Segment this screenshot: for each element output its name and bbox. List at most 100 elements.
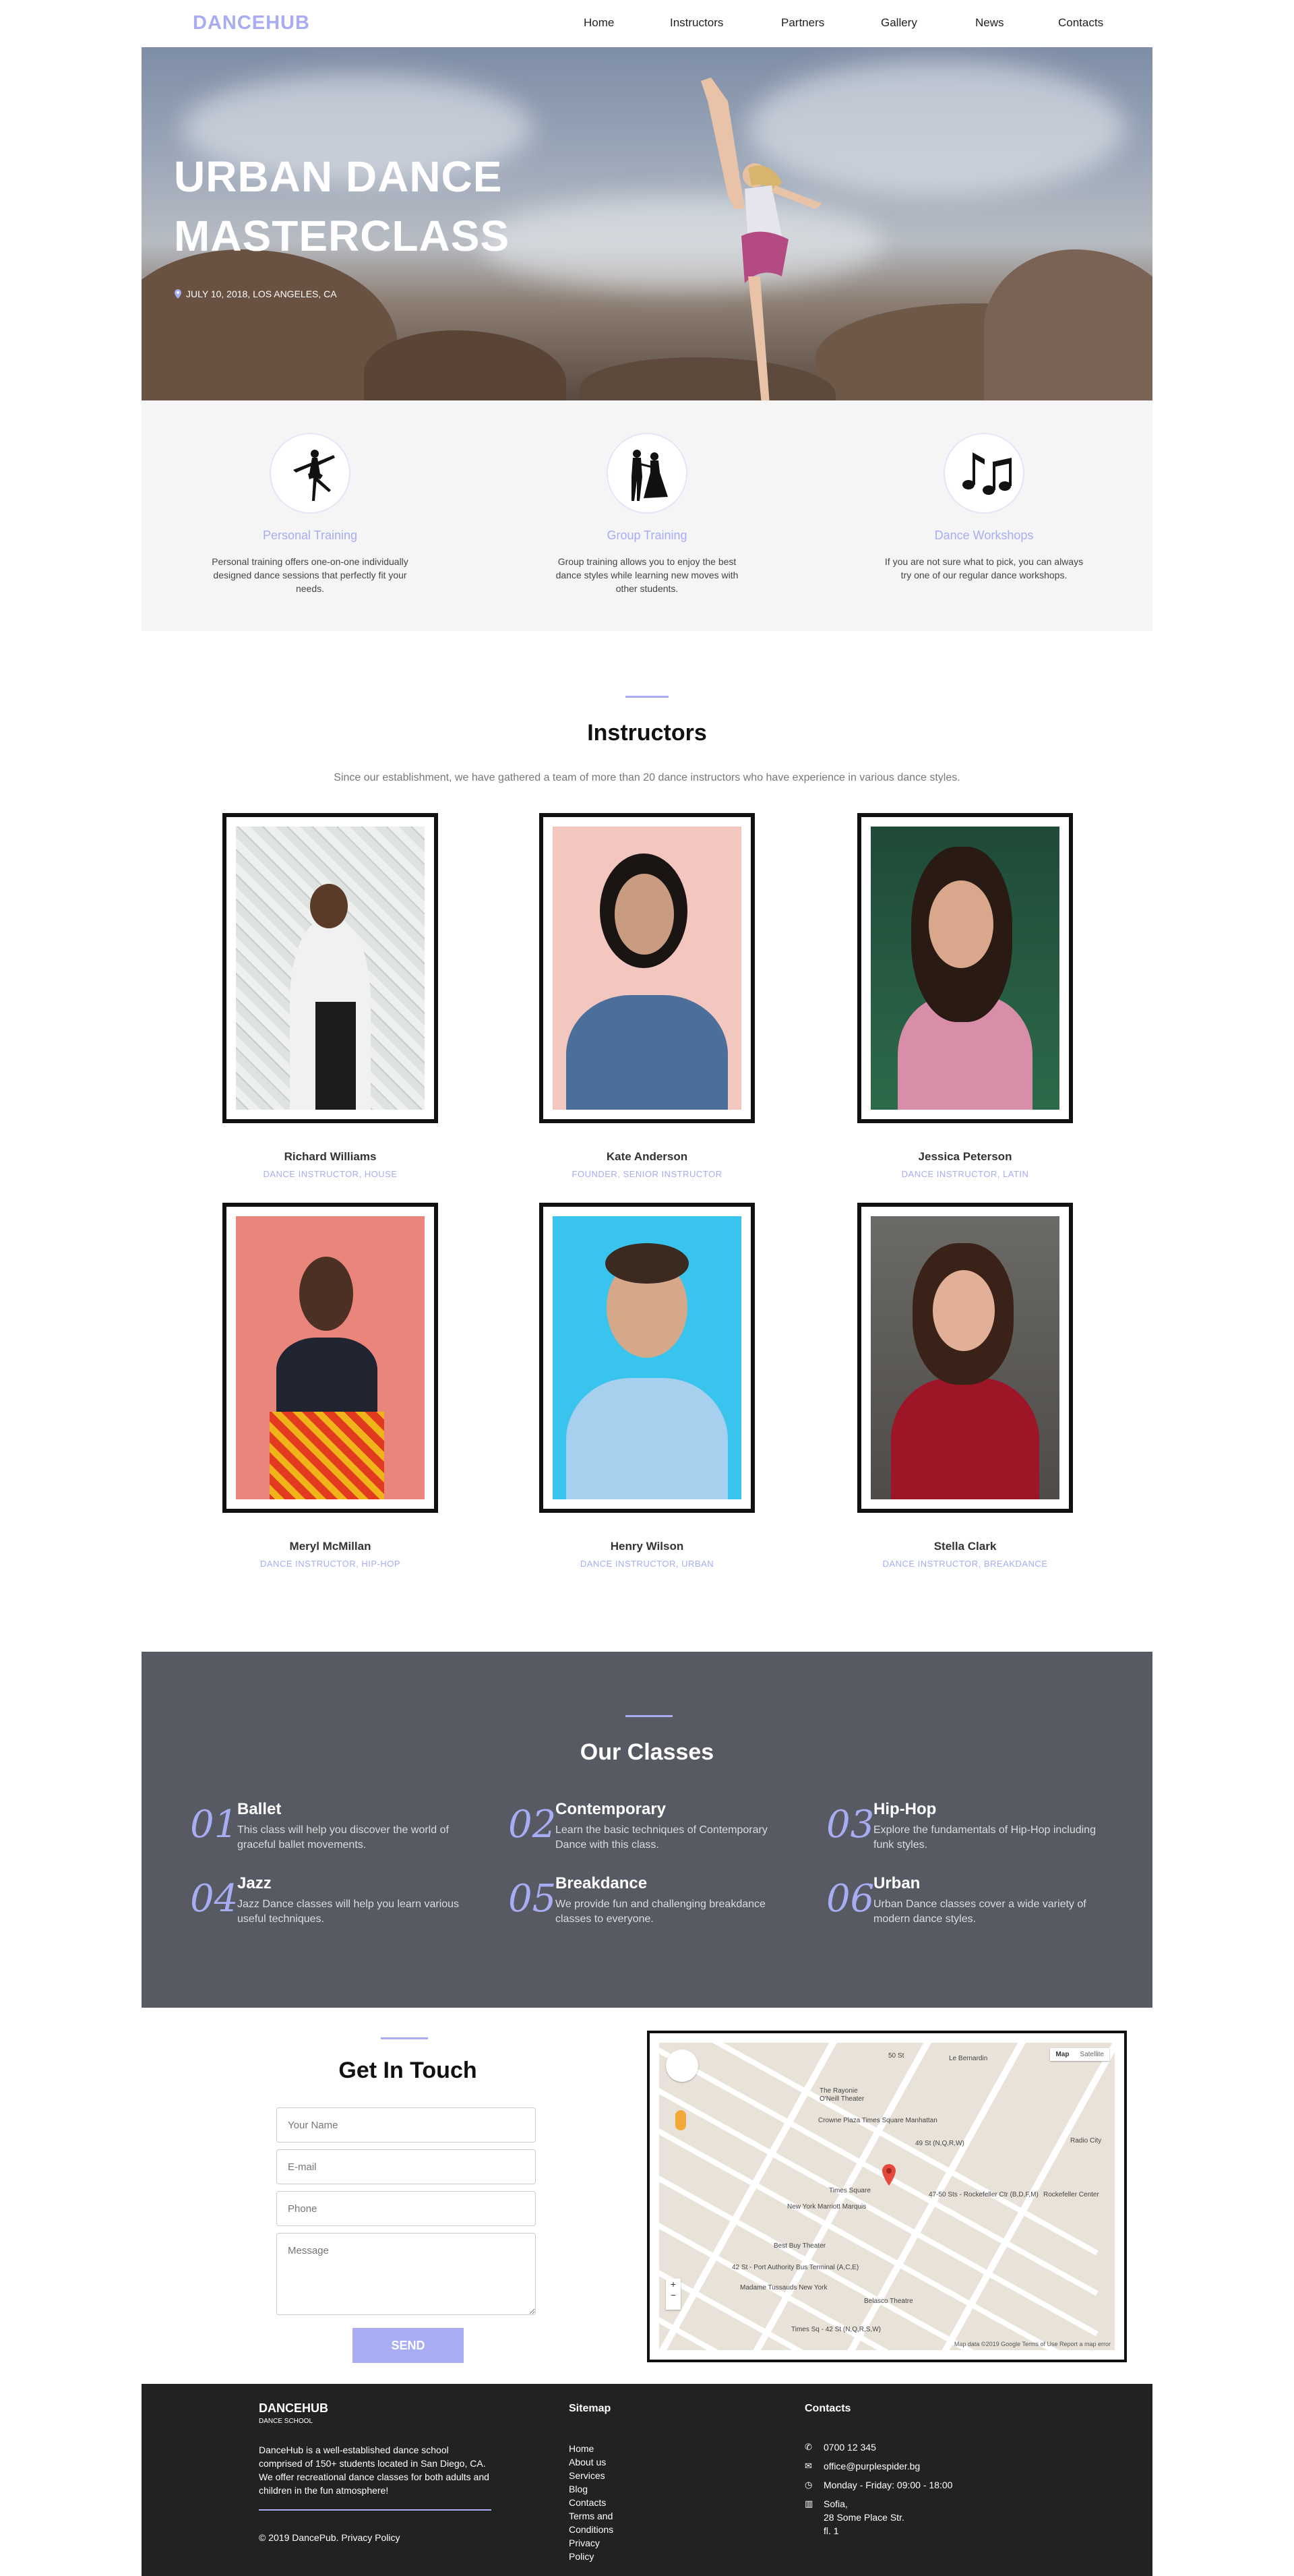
- instructor-photo: [553, 1216, 741, 1499]
- sitemap-link[interactable]: Privacy Policy: [569, 2536, 623, 2563]
- zoom-out-icon[interactable]: −: [666, 2289, 681, 2300]
- service-card: Dance Workshops If you are not sure what…: [873, 433, 1095, 582]
- class-item[interactable]: 06 Urban Urban Dance classes cover a wid…: [826, 1874, 1109, 1935]
- map-type-satellite[interactable]: Satellite: [1074, 2048, 1109, 2061]
- nav-gallery[interactable]: Gallery: [881, 16, 975, 30]
- clock-icon: ◷: [805, 2480, 813, 2490]
- class-item[interactable]: 02 Contemporary Learn the basic techniqu…: [508, 1800, 791, 1861]
- class-item[interactable]: 03 Hip-Hop Explore the fundamentals of H…: [826, 1800, 1109, 1861]
- instructor-name: Jessica Peterson: [918, 1150, 1012, 1163]
- map-label: O'Neill Theater: [820, 2095, 865, 2103]
- map-zoom-control[interactable]: + −: [666, 2279, 681, 2310]
- contact-title: Get In Touch: [338, 2058, 477, 2083]
- instructor-name: Henry Wilson: [610, 1540, 684, 1553]
- service-title: Dance Workshops: [934, 529, 1034, 542]
- logo[interactable]: DANCEHUB: [193, 12, 310, 34]
- footer-logo[interactable]: DANCEHUB: [259, 2401, 328, 2416]
- main-menu: Home Instructors Partners Gallery News C…: [584, 16, 1112, 30]
- email-input[interactable]: [276, 2149, 536, 2184]
- hero-title: URBAN DANCE MASTERCLASS: [174, 147, 510, 266]
- class-number: 06: [826, 1877, 875, 1921]
- contact-phone: ✆ 0700 12 345: [805, 2440, 952, 2454]
- instructor-card[interactable]: Jessica Peterson DANCE INSTRUCTOR, LATIN: [857, 813, 1073, 1179]
- sitemap-link[interactable]: About us: [569, 2455, 623, 2469]
- zoom-in-icon[interactable]: +: [666, 2279, 681, 2289]
- nav-instructors[interactable]: Instructors: [670, 16, 781, 30]
- instructor-role: DANCE INSTRUCTOR, BREAKDANCE: [882, 1559, 1048, 1569]
- map-label: 50 St: [888, 2052, 904, 2060]
- instructor-name: Stella Clark: [933, 1540, 997, 1553]
- class-item[interactable]: 04 Jazz Jazz Dance classes will help you…: [190, 1874, 473, 1935]
- instructor-name: Richard Williams: [284, 1150, 377, 1163]
- sitemap-link[interactable]: Contacts: [569, 2496, 623, 2509]
- footer-logo-sub: DANCE SCHOOL: [259, 2418, 313, 2425]
- map-label: 47-50 Sts - Rockefeller Ctr (B,D,F,M): [929, 2191, 1039, 2198]
- class-name: Hip-Hop: [873, 1800, 937, 1818]
- class-text: This class will help you discover the wo…: [237, 1824, 449, 1851]
- instructor-role: DANCE INSTRUCTOR, HOUSE: [263, 1169, 398, 1179]
- map-label: Radio City: [1070, 2137, 1102, 2145]
- class-text: Urban Dance classes cover a wide variety…: [873, 1898, 1086, 1925]
- class-number: 02: [508, 1803, 557, 1847]
- instructor-photo-frame: [222, 1203, 438, 1513]
- map-label: New York Marriott Marquis: [787, 2203, 867, 2211]
- class-name: Ballet: [237, 1800, 282, 1818]
- map-frame: 50 St Le Bernardin The Rayonie O'Neill T…: [647, 2031, 1127, 2362]
- nav-contacts[interactable]: Contacts: [1058, 16, 1112, 30]
- contacts-title: Contacts: [805, 2403, 851, 2414]
- class-item[interactable]: 01 Ballet This class will help you disco…: [190, 1800, 473, 1861]
- hero-rock: [984, 249, 1152, 400]
- sitemap-link[interactable]: Terms and Conditions: [569, 2509, 623, 2536]
- sitemap-link[interactable]: Blog: [569, 2482, 623, 2496]
- google-map[interactable]: 50 St Le Bernardin The Rayonie O'Neill T…: [659, 2043, 1115, 2350]
- envelope-icon: ✉: [805, 2461, 812, 2471]
- instructor-card[interactable]: Kate Anderson FOUNDER, SENIOR INSTRUCTOR: [539, 813, 755, 1179]
- sitemap-link[interactable]: Services: [569, 2469, 623, 2482]
- class-text: Learn the basic techniques of Contempora…: [555, 1824, 768, 1851]
- name-input[interactable]: [276, 2107, 536, 2143]
- service-card: Personal Training Personal training offe…: [199, 433, 421, 595]
- footer: DANCEHUB DANCE SCHOOL DanceHub is a well…: [142, 2384, 1152, 2576]
- services-section: Personal Training Personal training offe…: [142, 400, 1152, 631]
- instructors-title: Instructors: [587, 720, 707, 746]
- section-divider: [625, 1715, 673, 1717]
- map-type-toggle[interactable]: Map Satellite: [1050, 2048, 1109, 2061]
- class-text: Jazz Dance classes will help you learn v…: [237, 1898, 460, 1925]
- instructor-card[interactable]: Meryl McMillan DANCE INSTRUCTOR, HIP-HOP: [222, 1203, 438, 1569]
- contact-phone-text[interactable]: 0700 12 345: [824, 2440, 876, 2454]
- map-label: Belasco Theatre: [864, 2298, 913, 2305]
- hero-title-line1: URBAN DANCE: [174, 152, 503, 201]
- map-label: Crowne Plaza Times Square Manhattan: [818, 2117, 937, 2124]
- hero-banner: URBAN DANCE MASTERCLASS JULY 10, 2018, L…: [142, 47, 1152, 400]
- hero-rock: [364, 330, 566, 400]
- service-card: Group Training Group training allows you…: [536, 433, 758, 595]
- contact-email-text[interactable]: office@purplespider.bg: [824, 2459, 920, 2473]
- instructor-photo-frame: [539, 1203, 755, 1513]
- map-label: 49 St (N,Q,R,W): [915, 2140, 964, 2147]
- footer-copyright[interactable]: © 2019 DancePub. Privacy Policy: [259, 2532, 400, 2543]
- pegman-icon[interactable]: [675, 2110, 686, 2130]
- instructor-card[interactable]: Richard Williams DANCE INSTRUCTOR, HOUSE: [222, 813, 438, 1179]
- sitemap-link[interactable]: Home: [569, 2442, 623, 2455]
- map-marker-icon[interactable]: [882, 2164, 896, 2186]
- class-name: Contemporary: [555, 1800, 667, 1818]
- map-type-map[interactable]: Map: [1050, 2048, 1074, 2061]
- top-nav: DANCEHUB Home Instructors Partners Galle…: [0, 0, 1294, 47]
- instructor-card[interactable]: Henry Wilson DANCE INSTRUCTOR, URBAN: [539, 1203, 755, 1569]
- nav-home[interactable]: Home: [584, 16, 670, 30]
- nav-news[interactable]: News: [975, 16, 1058, 30]
- sitemap-links: Home About us Services Blog Contacts Ter…: [569, 2442, 623, 2563]
- nav-partners[interactable]: Partners: [781, 16, 881, 30]
- address-line: fl. 1: [824, 2525, 839, 2536]
- map-pan-control[interactable]: [666, 2049, 698, 2082]
- instructor-card[interactable]: Stella Clark DANCE INSTRUCTOR, BREAKDANC…: [857, 1203, 1073, 1569]
- instructor-photo-frame: [857, 813, 1073, 1123]
- send-button[interactable]: SEND: [352, 2328, 464, 2363]
- building-icon: ▥: [805, 2498, 813, 2509]
- message-input[interactable]: [276, 2233, 536, 2315]
- address-line: Sofia,: [824, 2498, 848, 2509]
- instructor-photo: [236, 827, 425, 1110]
- class-item[interactable]: 05 Breakdance We provide fun and challen…: [508, 1874, 791, 1935]
- phone-input[interactable]: [276, 2191, 536, 2226]
- address-line: 28 Some Place Str.: [824, 2512, 904, 2523]
